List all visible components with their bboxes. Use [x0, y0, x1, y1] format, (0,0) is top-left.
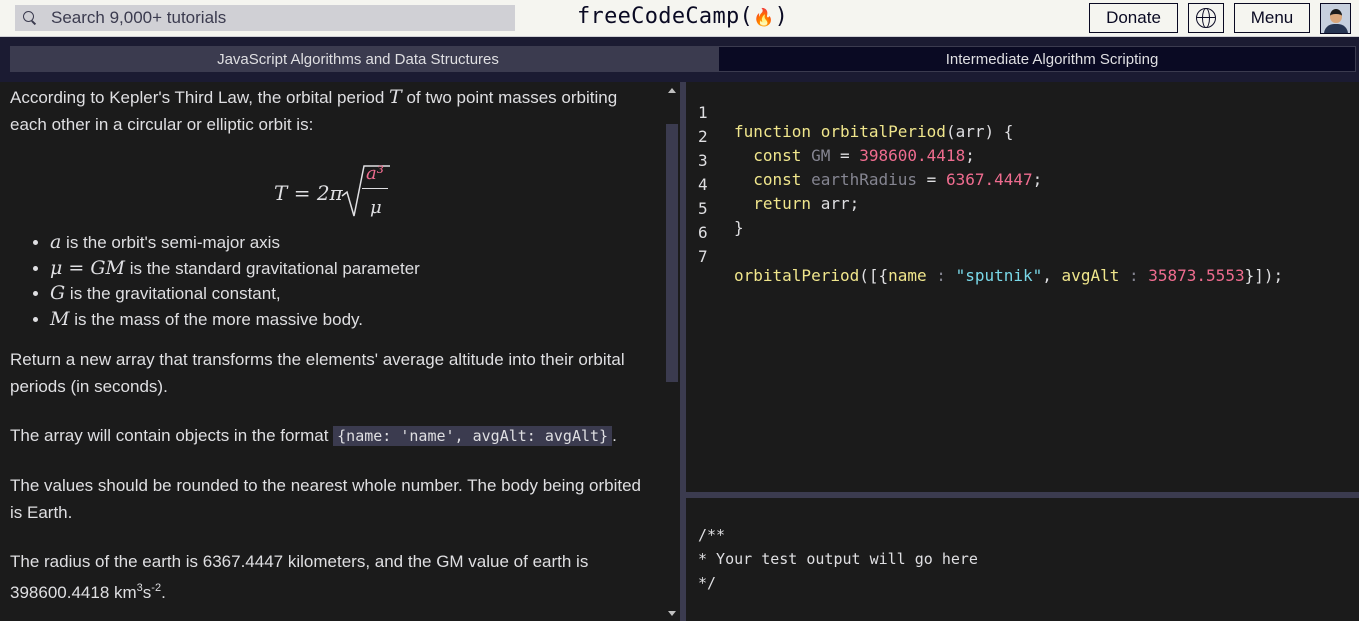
- scroll-down-icon[interactable]: [668, 611, 676, 616]
- bullet-text: is the standard gravitational parameter: [124, 258, 420, 278]
- code-line: 6: [686, 204, 1359, 242]
- bullet-var: G: [50, 282, 66, 304]
- scroll-up-icon[interactable]: [668, 88, 676, 93]
- code-token: name: [888, 266, 927, 285]
- search-icon: [23, 11, 37, 25]
- bullet-var: a: [50, 231, 62, 253]
- return-paragraph: Return a new array that transforms the e…: [10, 350, 625, 396]
- intro-paragraph: According to Kepler's Third Law, the orb…: [10, 84, 654, 138]
- intro-var: T: [389, 86, 402, 108]
- format-text: The array will contain objects in the fo…: [10, 426, 334, 445]
- scrollbar-thumb[interactable]: [666, 124, 678, 382]
- formula-denominator: μ: [370, 197, 382, 218]
- globe-icon: [1196, 8, 1216, 28]
- bullet-var: μ = GM: [50, 256, 125, 279]
- list-item: a is the orbit's semi-major axis: [50, 230, 654, 256]
- code-editor[interactable]: 1 function orbitalPeriod(arr) { 2 const …: [686, 82, 1359, 492]
- format-code: {name: 'name', avgAlt: avgAlt}: [333, 426, 613, 446]
- avatar-shirt: [1324, 24, 1348, 33]
- logo[interactable]: freeCodeCamp(🔥): [577, 4, 788, 29]
- radius-unit-s: s: [142, 583, 152, 602]
- kepler-formula: T = 2π a³ μ: [10, 154, 654, 230]
- format-end: .: [612, 426, 617, 445]
- bullet-var: M: [50, 307, 70, 330]
- code-token: :: [1119, 266, 1149, 285]
- radius-end: .: [161, 583, 166, 602]
- logo-text: freeCodeCamp(: [577, 4, 754, 29]
- code-token: ,: [1042, 266, 1062, 285]
- radius-sup-2: -2: [151, 582, 162, 594]
- intro-text-a: According to Kepler's Third Law, the orb…: [10, 88, 390, 107]
- code-token: 35873.5553: [1148, 266, 1245, 285]
- variable-list: a is the orbit's semi-major axis μ = GM …: [50, 230, 654, 332]
- code-line: 3 const earthRadius = 6367.4447;: [686, 132, 1359, 189]
- bullet-text: is the mass of the more massive body.: [69, 309, 363, 329]
- breadcrumb-block[interactable]: Intermediate Algorithm Scripting: [718, 46, 1356, 72]
- bullet-text: is the gravitational constant,: [65, 284, 281, 303]
- list-item: G is the gravitational constant,: [50, 281, 654, 307]
- code-line: 7 orbitalPeriod([{name : "sputnik", avgA…: [686, 228, 1359, 285]
- radius-paragraph: The radius of the earth is 6367.4447 kil…: [10, 548, 654, 606]
- radius-text: The radius of the earth is 6367.4447 kil…: [10, 552, 589, 602]
- menu-button[interactable]: Menu: [1234, 3, 1310, 33]
- code-token: avgAlt: [1061, 266, 1120, 285]
- list-item: M is the mass of the more massive body.: [50, 307, 654, 333]
- code-line: 5 }: [686, 180, 1359, 237]
- search-bar[interactable]: Search 9,000+ tutorials: [15, 5, 515, 31]
- logo-close: ): [774, 4, 789, 29]
- top-nav: Search 9,000+ tutorials freeCodeCamp(🔥) …: [0, 0, 1359, 37]
- code-line: 1 function orbitalPeriod(arr) {: [686, 84, 1359, 141]
- donate-button[interactable]: Donate: [1089, 3, 1178, 33]
- language-button[interactable]: [1188, 3, 1224, 33]
- code-token: orbitalPeriod: [734, 266, 860, 285]
- format-paragraph: The array will contain objects in the fo…: [10, 422, 654, 450]
- avatar-head: [1330, 9, 1342, 23]
- test-output-panel: /** * Your test output will go here */: [686, 498, 1359, 621]
- list-item: μ = GM is the standard gravitational par…: [50, 256, 654, 282]
- code-token: }]);: [1244, 266, 1284, 285]
- formula-lhs: T = 2π: [274, 181, 343, 205]
- formula-numerator: a³: [366, 163, 384, 184]
- search-input[interactable]: Search 9,000+ tutorials: [51, 8, 226, 28]
- code-token: "sputnik": [955, 266, 1043, 285]
- fraction-bar: [362, 188, 388, 189]
- avatar[interactable]: [1320, 3, 1351, 34]
- output-line: * Your test output will go here: [698, 550, 978, 568]
- output-line: */: [698, 574, 717, 592]
- breadcrumb: JavaScript Algorithms and Data Structure…: [10, 46, 1356, 72]
- round-paragraph: The values should be rounded to the near…: [10, 476, 642, 522]
- code-line: 4 return arr;: [686, 156, 1359, 213]
- code-line: 2 const GM = 398600.4418;: [686, 108, 1359, 165]
- code-token: ([{: [859, 266, 889, 285]
- flame-icon: 🔥: [753, 8, 775, 28]
- line-number: 7: [698, 247, 708, 266]
- bullet-text: is the orbit's semi-major axis: [61, 233, 280, 252]
- instructions-panel: According to Kepler's Third Law, the orb…: [0, 82, 664, 621]
- output-line: /**: [698, 526, 726, 544]
- breadcrumb-superblock[interactable]: JavaScript Algorithms and Data Structure…: [10, 46, 731, 72]
- code-token: :: [926, 266, 956, 285]
